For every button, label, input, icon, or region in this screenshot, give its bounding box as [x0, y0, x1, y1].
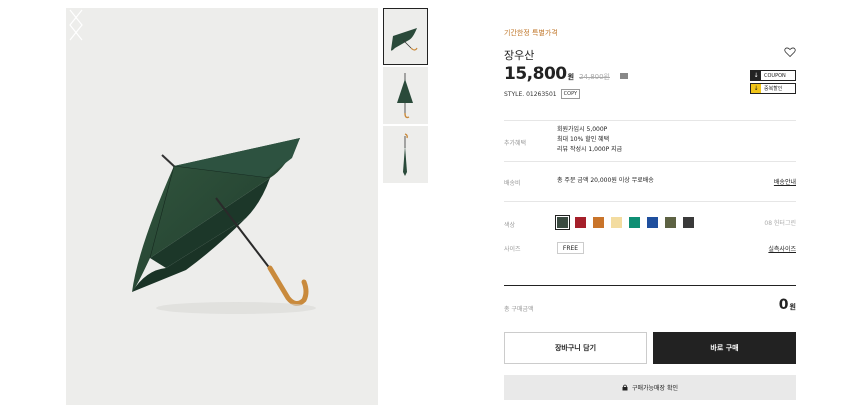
style-row: STYLE. 01263501 COPY [504, 89, 581, 99]
color-swatch[interactable] [629, 217, 640, 228]
total-unit: 원 [789, 303, 796, 311]
price-row: 15,800 원 24,800원 [504, 64, 628, 84]
color-swatch[interactable] [647, 217, 658, 228]
divider [504, 161, 796, 162]
total-value: 0 [778, 297, 789, 313]
lock-icon [622, 384, 628, 391]
color-swatch[interactable] [575, 217, 586, 228]
umbrella-open-thumbnail [391, 28, 418, 51]
color-swatch[interactable] [555, 215, 570, 230]
benefits-label: 추가혜택 [504, 140, 527, 147]
shipping-text: 총 주문 금액 20,000원 이상 무료배송 [557, 177, 654, 184]
product-title: 장우산 [504, 49, 535, 62]
total-label: 총 구매금액 [504, 306, 534, 313]
buy-now-button[interactable]: 바로 구매 [653, 332, 796, 364]
shipping-label: 배송비 [504, 180, 521, 187]
store-availability-button[interactable]: 구매가능매장 확인 [504, 375, 796, 400]
divider [504, 120, 796, 121]
next-image-arrow-icon[interactable] [66, 8, 86, 42]
main-product-image [66, 8, 378, 405]
benefit-line: 리뷰 작성시 1,000P 지급 [557, 146, 623, 153]
benefit-line: 최대 10% 할인 혜택 [557, 136, 610, 143]
copy-button[interactable]: COPY [560, 89, 581, 99]
original-price: 24,800원 [579, 73, 610, 81]
shipping-info-link[interactable]: 배송안내 [774, 177, 796, 186]
divider [504, 201, 796, 202]
store-availability-label: 구매가능매장 확인 [631, 385, 679, 392]
total-divider [504, 285, 796, 286]
thumbnail-3[interactable] [383, 126, 428, 183]
duplicate-discount-button[interactable]: ↓ 중복할인 [750, 83, 796, 94]
umbrella-illustration [132, 138, 316, 314]
umbrella-closed-thumbnail [397, 73, 413, 119]
benefits-list: 회원가입시 5,000P 최대 10% 할인 혜택 리뷰 작성시 1,000P … [557, 125, 622, 155]
color-swatches [555, 215, 701, 230]
color-label: 색상 [504, 222, 516, 229]
coupon-download-button[interactable]: ↓ COUPON [750, 70, 796, 81]
size-guide-link[interactable]: 실측사이즈 [768, 244, 796, 253]
selected-color-name: 08 헌터그린 [764, 220, 796, 227]
color-swatch[interactable] [683, 217, 694, 228]
thumbnail-1[interactable] [383, 8, 428, 65]
benefit-line: 회원가입시 5,000P [557, 126, 608, 133]
download-icon: ↓ [751, 84, 761, 93]
add-to-cart-button[interactable]: 장바구니 담기 [504, 332, 647, 364]
price-unit: 원 [567, 73, 575, 81]
price-info-icon[interactable] [620, 73, 628, 79]
sale-price: 15,800 [504, 64, 567, 84]
thumbnail-2[interactable] [383, 67, 428, 124]
thumbnail-list [383, 8, 428, 185]
color-swatch[interactable] [611, 217, 622, 228]
umbrella-folded-thumbnail [403, 133, 408, 176]
size-option-free[interactable]: FREE [557, 242, 584, 254]
size-label: 사이즈 [504, 246, 521, 253]
color-swatch[interactable] [665, 217, 676, 228]
color-swatch[interactable] [593, 217, 604, 228]
download-icon: ↓ [751, 71, 761, 80]
coupon-label: COUPON [764, 72, 786, 79]
style-number: STYLE. 01263501 [504, 90, 557, 98]
wishlist-heart-icon[interactable] [784, 46, 796, 58]
total-amount: 0 원 [779, 297, 796, 313]
promo-label: 기간한정 특별가격 [504, 29, 558, 37]
duplicate-discount-label: 중복할인 [764, 86, 783, 92]
